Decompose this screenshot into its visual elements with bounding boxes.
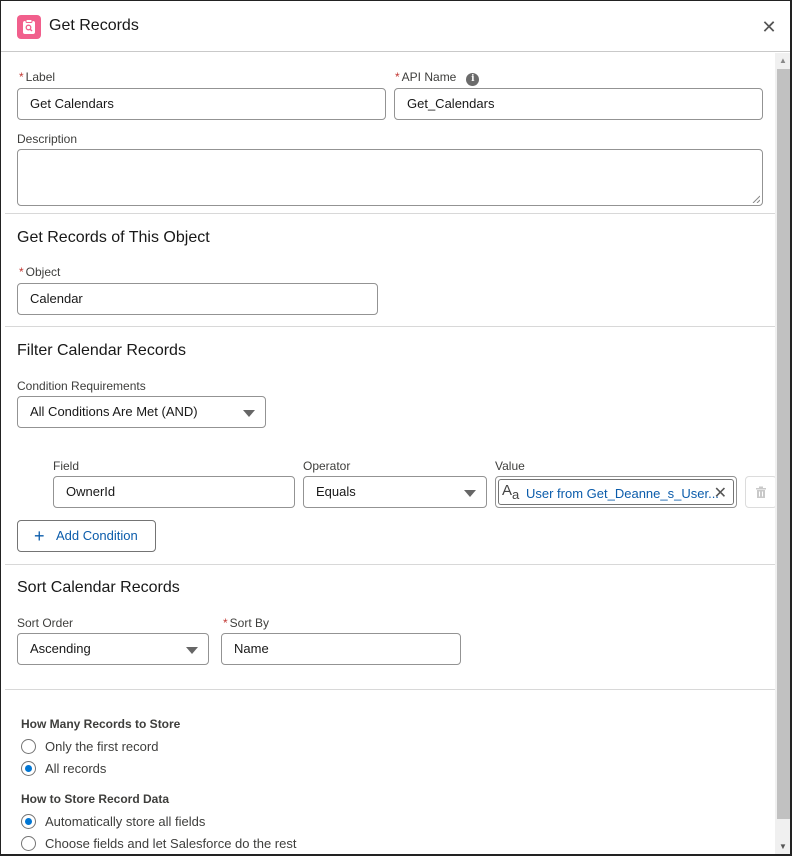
sort-order-value: Ascending bbox=[30, 641, 91, 656]
dialog-title: Get Records bbox=[49, 17, 139, 34]
radio-choose-fields[interactable]: Choose fields and let Salesforce do the … bbox=[21, 834, 296, 852]
description-label: Description bbox=[17, 132, 78, 146]
label-input[interactable]: Get Calendars bbox=[17, 88, 386, 120]
section-divider bbox=[5, 213, 775, 214]
get-records-dialog: Get Records ✕ * Label Get Calendars * API … bbox=[0, 0, 792, 856]
how-to-store-label: How to Store Record Data bbox=[21, 792, 170, 806]
chevron-down-icon bbox=[243, 410, 255, 417]
radio-button[interactable] bbox=[21, 760, 36, 776]
api-name-input[interactable]: Get_Calendars bbox=[394, 88, 763, 120]
condition-requirements-value: All Conditions Are Met (AND) bbox=[30, 404, 198, 419]
api-name-field-label: * API Name i bbox=[395, 70, 480, 86]
scroll-down-arrow-icon[interactable]: ▼ bbox=[775, 839, 790, 854]
add-condition-button[interactable]: + Add Condition bbox=[17, 520, 156, 552]
condition-requirements-select[interactable]: All Conditions Are Met (AND) bbox=[17, 396, 266, 428]
radio-label: All records bbox=[45, 760, 107, 776]
how-many-records-label: How Many Records to Store bbox=[21, 717, 181, 731]
sort-order-label: Sort Order bbox=[17, 616, 74, 630]
condition-operator-value: Equals bbox=[316, 484, 356, 499]
get-records-icon bbox=[17, 15, 41, 39]
add-condition-label: Add Condition bbox=[56, 528, 138, 543]
radio-button[interactable] bbox=[21, 813, 36, 829]
dialog-body: * Label Get Calendars * API Name i Get_Cale… bbox=[1, 53, 775, 854]
radio-label: Only the first record bbox=[45, 738, 159, 754]
label-field-label: * Label bbox=[19, 70, 56, 84]
resize-handle-icon[interactable] bbox=[752, 195, 760, 203]
section-divider bbox=[5, 326, 775, 327]
chevron-down-icon bbox=[186, 647, 198, 654]
section-divider bbox=[5, 689, 775, 690]
info-icon[interactable]: i bbox=[466, 73, 480, 86]
plus-icon: + bbox=[34, 526, 45, 546]
object-input[interactable]: Calendar bbox=[17, 283, 378, 315]
sort-section-title: Sort Calendar Records bbox=[17, 579, 180, 596]
condition-field-input[interactable]: OwnerId bbox=[53, 476, 295, 508]
condition-field-label: Field bbox=[53, 459, 80, 473]
radio-label: Choose fields and let Salesforce do the … bbox=[45, 835, 297, 851]
condition-operator-label: Operator bbox=[303, 459, 351, 473]
vertical-scrollbar[interactable]: ▲ ▼ bbox=[775, 53, 790, 854]
condition-value-pill[interactable]: Aa User from Get_Deanne_s_User... ✕ bbox=[498, 479, 734, 505]
filter-section-title: Filter Calendar Records bbox=[17, 342, 186, 359]
radio-auto-store-fields[interactable]: Automatically store all fields bbox=[21, 812, 205, 830]
dialog-header: Get Records ✕ bbox=[1, 1, 790, 52]
close-button[interactable]: ✕ bbox=[759, 17, 779, 37]
radio-button[interactable] bbox=[21, 835, 36, 851]
condition-requirements-label: Condition Requirements bbox=[17, 379, 146, 393]
sort-by-label: * Sort By bbox=[223, 616, 270, 630]
condition-value-text: User from Get_Deanne_s_User... bbox=[526, 486, 719, 501]
radio-only-first-record[interactable]: Only the first record bbox=[21, 737, 158, 755]
sort-order-select[interactable]: Ascending bbox=[17, 633, 209, 665]
condition-value-input[interactable]: Aa User from Get_Deanne_s_User... ✕ bbox=[495, 476, 737, 508]
scroll-thumb[interactable] bbox=[777, 69, 790, 819]
condition-value-label: Value bbox=[495, 459, 525, 473]
radio-all-records[interactable]: All records bbox=[21, 759, 106, 777]
clear-value-icon[interactable]: ✕ bbox=[714, 483, 727, 503]
condition-operator-select[interactable]: Equals bbox=[303, 476, 487, 508]
scroll-up-arrow-icon[interactable]: ▲ bbox=[775, 53, 790, 69]
object-field-label: * Object bbox=[19, 265, 61, 279]
sort-by-input[interactable]: Name bbox=[221, 633, 461, 665]
description-textarea[interactable] bbox=[17, 149, 763, 206]
chevron-down-icon bbox=[464, 490, 476, 497]
text-type-icon: Aa bbox=[502, 482, 520, 502]
section-divider bbox=[5, 564, 775, 565]
trash-icon bbox=[756, 486, 766, 498]
radio-button[interactable] bbox=[21, 738, 36, 754]
close-icon: ✕ bbox=[761, 17, 777, 37]
delete-condition-button[interactable] bbox=[745, 476, 775, 508]
object-section-title: Get Records of This Object bbox=[17, 229, 210, 246]
radio-label: Automatically store all fields bbox=[45, 813, 206, 829]
